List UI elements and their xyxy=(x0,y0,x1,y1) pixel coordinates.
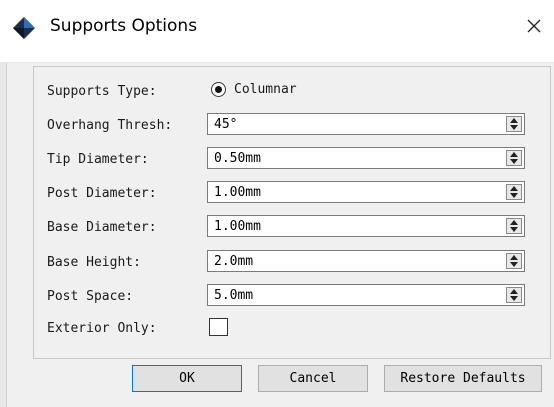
spinner-arrows[interactable] xyxy=(506,150,522,166)
radio-selected-dot xyxy=(215,86,222,93)
base-height-label: Base Height: xyxy=(47,255,141,270)
spin-up-icon[interactable] xyxy=(510,289,518,294)
spin-up-icon[interactable] xyxy=(510,118,518,123)
post-space-label: Post Space: xyxy=(47,289,134,304)
overhang-thresh-value: 45° xyxy=(214,117,238,132)
spinner-arrows[interactable] xyxy=(506,116,522,132)
columnar-radio-label: Columnar xyxy=(234,82,297,97)
restore-defaults-button[interactable]: Restore Defaults xyxy=(384,365,542,392)
tip-diameter-label: Tip Diameter: xyxy=(47,152,149,167)
close-button[interactable] xyxy=(514,6,554,46)
supports-type-label: Supports Type: xyxy=(47,84,157,99)
spin-down-icon[interactable] xyxy=(510,125,518,130)
exterior-only-checkbox[interactable] xyxy=(209,318,228,336)
post-diameter-label: Post Diameter: xyxy=(47,186,157,201)
columnar-radio[interactable] xyxy=(211,82,226,97)
spin-down-icon[interactable] xyxy=(510,159,518,164)
app-diamond-icon xyxy=(13,17,35,39)
spin-down-icon[interactable] xyxy=(510,262,518,267)
spin-up-icon[interactable] xyxy=(510,186,518,191)
spin-down-icon[interactable] xyxy=(510,193,518,198)
window-title: Supports Options xyxy=(50,16,198,36)
ok-button[interactable]: OK xyxy=(132,365,242,392)
base-diameter-value: 1.00mm xyxy=(214,219,261,234)
supports-options-group xyxy=(33,66,551,359)
spin-down-icon[interactable] xyxy=(510,227,518,232)
spinner-arrows[interactable] xyxy=(506,253,522,269)
tip-diameter-value: 0.50mm xyxy=(214,151,261,166)
spin-up-icon[interactable] xyxy=(510,152,518,157)
spin-up-icon[interactable] xyxy=(510,255,518,260)
post-diameter-spinbox[interactable]: 1.00mm xyxy=(207,181,525,203)
window-left-edge xyxy=(0,62,7,407)
exterior-only-label: Exterior Only: xyxy=(47,321,157,336)
base-height-spinbox[interactable]: 2.0mm xyxy=(207,250,525,272)
base-diameter-spinbox[interactable]: 1.00mm xyxy=(207,215,525,237)
post-diameter-value: 1.00mm xyxy=(214,185,261,200)
post-space-value: 5.0mm xyxy=(214,288,254,303)
post-space-spinbox[interactable]: 5.0mm xyxy=(207,284,525,306)
spin-up-icon[interactable] xyxy=(510,220,518,225)
overhang-thresh-spinbox[interactable]: 45° xyxy=(207,113,525,135)
spin-down-icon[interactable] xyxy=(510,296,518,301)
spinner-arrows[interactable] xyxy=(506,287,522,303)
tip-diameter-spinbox[interactable]: 0.50mm xyxy=(207,147,525,169)
title-bar: Supports Options xyxy=(0,0,554,63)
overhang-thresh-label: Overhang Thresh: xyxy=(47,118,173,133)
spinner-arrows[interactable] xyxy=(506,184,522,200)
close-icon xyxy=(527,19,541,33)
base-diameter-label: Base Diameter: xyxy=(47,220,157,235)
base-height-value: 2.0mm xyxy=(214,254,254,269)
cancel-button[interactable]: Cancel xyxy=(258,365,368,392)
spinner-arrows[interactable] xyxy=(506,218,522,234)
